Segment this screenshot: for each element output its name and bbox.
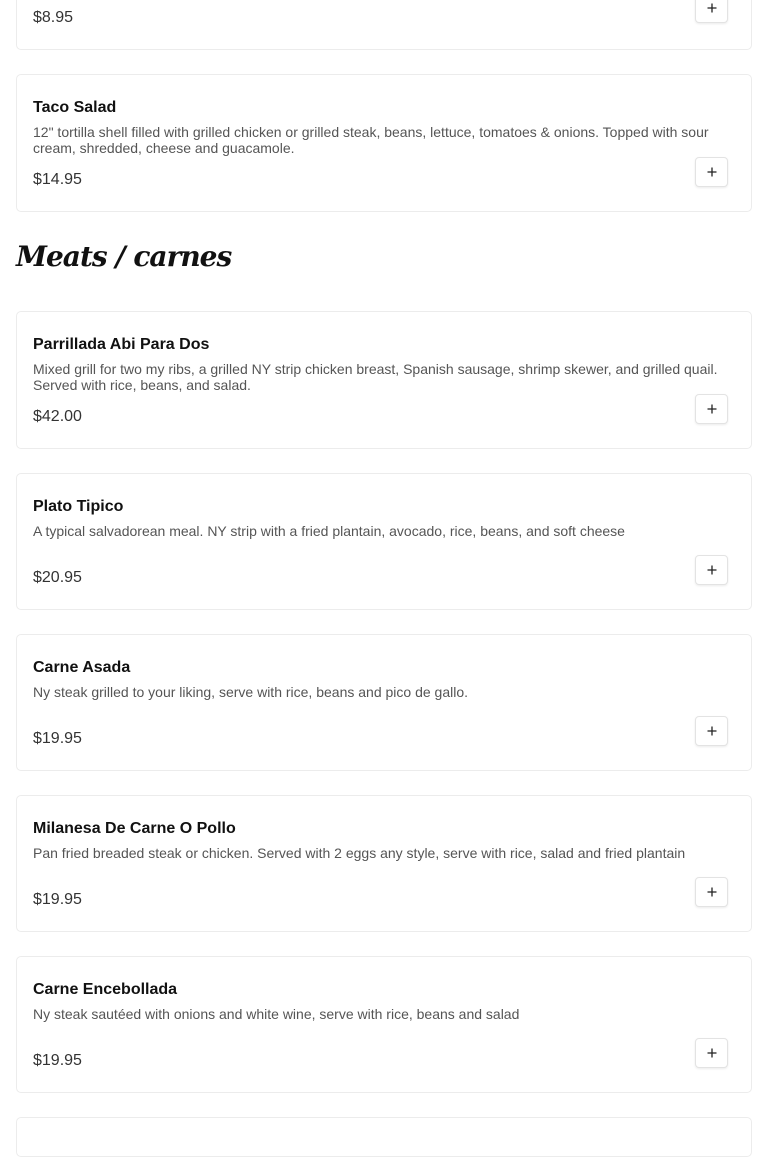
plus-icon — [707, 565, 716, 575]
plus-icon — [707, 167, 716, 177]
plus-icon — [707, 404, 716, 414]
add-item-button[interactable] — [695, 716, 728, 746]
item-name: Parrillada Abi Para Dos — [33, 336, 210, 353]
item-price: $8.95 — [33, 9, 74, 26]
add-item-button[interactable] — [695, 0, 728, 23]
item-name: Plato Tipico — [33, 498, 124, 515]
menu-item-card[interactable]: Milanesa De Carne O Pollo Pan fried brea… — [16, 795, 752, 932]
menu-item-card[interactable]: $8.95 — [16, 0, 752, 50]
add-item-button[interactable] — [695, 1038, 728, 1068]
item-name: Carne Encebollada — [33, 981, 178, 998]
menu-item-card[interactable]: Carne Asada Ny steak grilled to your lik… — [16, 634, 752, 771]
item-price: $19.95 — [33, 730, 82, 747]
item-description: A typical salvadorean meal. NY strip wit… — [33, 523, 625, 539]
item-price: $19.95 — [33, 1052, 82, 1069]
add-item-button[interactable] — [695, 394, 728, 424]
item-price: $19.95 — [33, 891, 82, 908]
add-item-button[interactable] — [695, 877, 728, 907]
item-name: Carne Asada — [33, 659, 131, 676]
plus-icon — [707, 887, 716, 897]
menu-item-card[interactable] — [16, 1117, 752, 1157]
menu-item-card[interactable]: Taco Salad 12" tortilla shell filled wit… — [16, 74, 752, 212]
item-name: Milanesa De Carne O Pollo — [33, 820, 236, 837]
item-price: $42.00 — [33, 408, 82, 425]
menu-item-card[interactable]: Carne Encebollada Ny steak sautéed with … — [16, 956, 752, 1093]
plus-icon — [707, 3, 716, 13]
item-description: Pan fried breaded steak or chicken. Serv… — [33, 845, 686, 861]
item-description: Ny steak grilled to your liking, serve w… — [33, 684, 468, 700]
section-title: Meats / carnes — [16, 240, 232, 273]
add-item-button[interactable] — [695, 555, 728, 585]
item-description: 12" tortilla shell filled with grilled c… — [33, 124, 709, 156]
item-description: Mixed grill for two my ribs, a grilled N… — [33, 361, 718, 393]
item-price: $20.95 — [33, 569, 82, 586]
add-item-button[interactable] — [695, 157, 728, 187]
plus-icon — [707, 726, 716, 736]
item-description: Ny steak sautéed with onions and white w… — [33, 1006, 520, 1022]
item-price: $14.95 — [33, 171, 82, 188]
menu-item-card[interactable]: Parrillada Abi Para Dos Mixed grill for … — [16, 311, 752, 449]
item-name: Taco Salad — [33, 99, 117, 116]
plus-icon — [707, 1048, 716, 1058]
menu-item-card[interactable]: Plato Tipico A typical salvadorean meal.… — [16, 473, 752, 610]
